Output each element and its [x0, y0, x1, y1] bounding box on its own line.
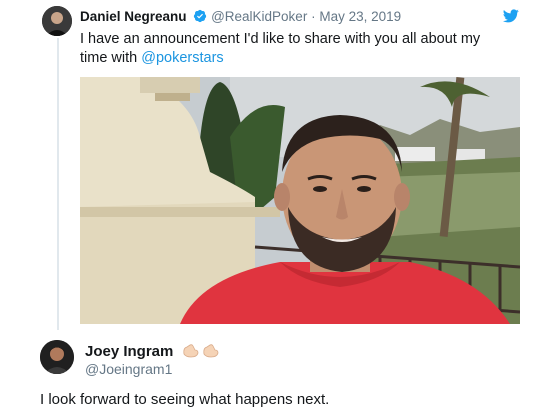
- user-handle[interactable]: @RealKidPoker: [211, 9, 307, 24]
- tweet-header: Daniel Negreanu @RealKidPoker · May 23, …: [80, 9, 401, 26]
- tweet-video-thumbnail[interactable]: [80, 77, 520, 324]
- display-name[interactable]: Daniel Negreanu: [80, 9, 187, 24]
- mention-link[interactable]: @pokerstars: [141, 50, 223, 66]
- reply-user-handle[interactable]: @Joeingram1: [85, 361, 172, 377]
- tweet-date[interactable]: May 23, 2019: [319, 9, 401, 24]
- call-me-hand-icon: [181, 341, 221, 363]
- verified-badge-icon: [193, 9, 207, 26]
- reply-avatar[interactable]: [40, 340, 74, 374]
- reply-tweet-text: I look forward to seeing what happens ne…: [40, 391, 330, 408]
- separator-dot: ·: [311, 9, 316, 24]
- thread-connector-line: [57, 38, 59, 330]
- video-frame-image: [80, 77, 520, 324]
- reply-avatar-image: [40, 340, 74, 374]
- tweet-text: I have an announcement I'd like to share…: [80, 30, 510, 68]
- avatar-image: [42, 6, 72, 36]
- avatar[interactable]: [42, 6, 72, 36]
- reply-display-name: Joey Ingram: [85, 341, 221, 363]
- twitter-bird-icon[interactable]: [502, 9, 519, 28]
- reply-display-name-text[interactable]: Joey Ingram: [85, 343, 173, 360]
